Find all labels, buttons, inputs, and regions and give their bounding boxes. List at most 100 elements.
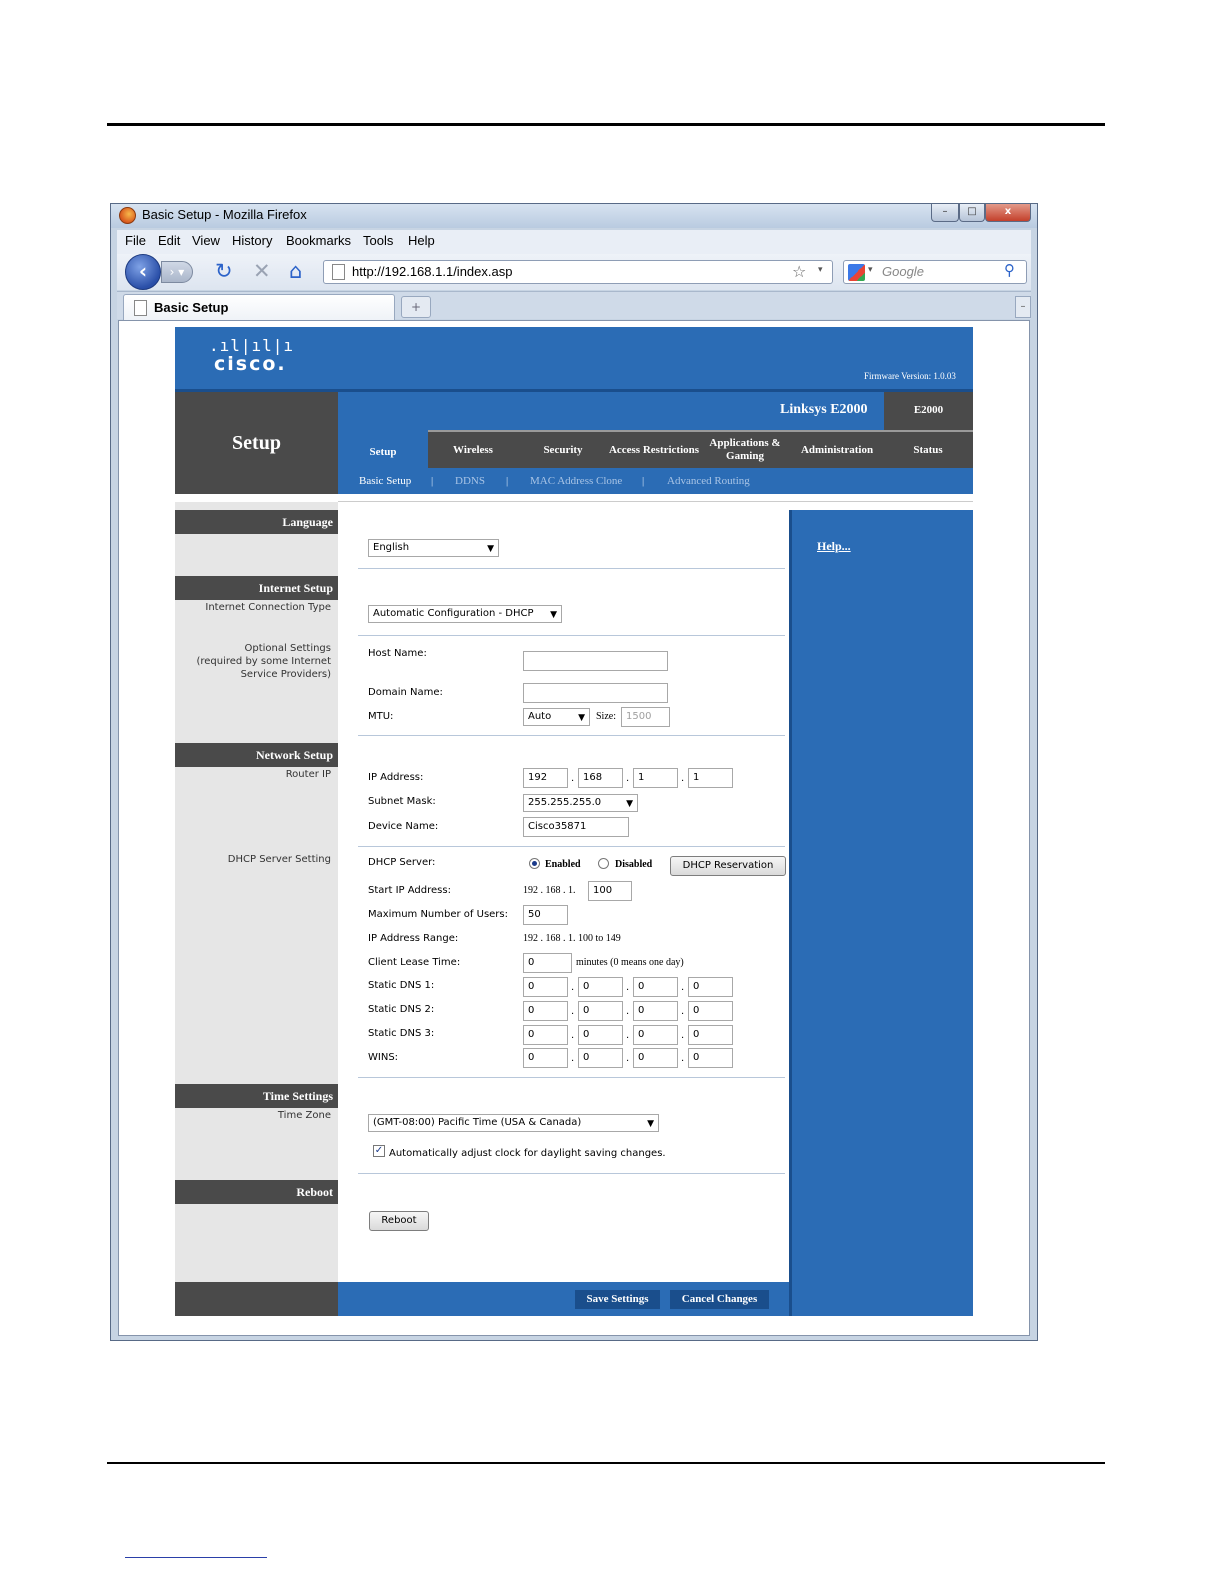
dhcp-enabled-radio[interactable] <box>529 858 540 869</box>
ip-dot: . <box>626 982 630 993</box>
stop-icon[interactable]: ✕ <box>253 258 271 284</box>
ip-octet-2[interactable]: 168 <box>578 768 623 788</box>
subtab-advanced-routing[interactable]: Advanced Routing <box>667 475 750 487</box>
auto-dst-checkbox[interactable]: ✓ <box>373 1145 385 1157</box>
wins-octet[interactable]: 0 <box>633 1048 678 1068</box>
window-title: Basic Setup - Mozilla Firefox <box>142 207 307 222</box>
mtu-size-input[interactable]: 1500 <box>621 707 670 727</box>
static-dns-2-octet[interactable]: 0 <box>578 1001 623 1021</box>
dhcp-server-label: DHCP Server: <box>368 857 436 868</box>
menu-history[interactable]: History <box>232 233 272 248</box>
wins-octet[interactable]: 0 <box>688 1048 733 1068</box>
tab-wireless[interactable]: Wireless <box>432 444 514 457</box>
help-column <box>789 510 973 1316</box>
static-dns-2-label: Static DNS 2: <box>368 1004 435 1015</box>
dhcp-enabled-label: Enabled <box>545 859 581 870</box>
url-bar[interactable]: http://192.168.1.1/index.asp ☆ ▾ <box>323 260 833 284</box>
static-dns-1-octet[interactable]: 0 <box>688 977 733 997</box>
device-name-input[interactable]: Cisco35871 <box>523 817 629 837</box>
google-icon[interactable] <box>848 264 865 281</box>
static-dns-1-octet[interactable]: 0 <box>633 977 678 997</box>
search-icon[interactable]: ⚲ <box>1004 261 1015 279</box>
home-icon[interactable]: ⌂ <box>289 258 302 284</box>
subtab-ddns[interactable]: DDNS <box>455 475 485 487</box>
url-dropdown-icon[interactable]: ▾ <box>818 265 823 275</box>
static-dns-2-octet[interactable]: 0 <box>523 1001 568 1021</box>
wins-octet[interactable]: 0 <box>523 1048 568 1068</box>
tab-list-icon[interactable]: – <box>1015 296 1031 318</box>
static-dns-1-label: Static DNS 1: <box>368 980 435 991</box>
reload-icon[interactable]: ↻ <box>215 258 233 284</box>
section-title-language: Language <box>282 515 333 529</box>
forward-arrow-icon[interactable]: › ▾ <box>161 261 193 283</box>
ip-dot: . <box>681 1006 685 1017</box>
menu-bookmarks[interactable]: Bookmarks <box>286 233 351 248</box>
sub-tabs <box>338 468 973 494</box>
help-link[interactable]: Help... <box>817 539 851 554</box>
tab-access-restrictions[interactable]: Access Restrictions <box>606 444 702 457</box>
static-dns-1-octet[interactable]: 0 <box>523 977 568 997</box>
tab-status[interactable]: Status <box>890 444 966 457</box>
static-dns-2-octet[interactable]: 0 <box>633 1001 678 1021</box>
menu-file[interactable]: File <box>125 233 146 248</box>
ip-octet-3[interactable]: 1 <box>633 768 678 788</box>
label-time-zone: Time Zone <box>277 1110 331 1121</box>
mtu-select[interactable]: Auto ▼ <box>523 708 590 726</box>
new-tab-button[interactable]: + <box>401 296 431 318</box>
subtab-separator: | <box>642 475 645 487</box>
static-dns-3-octet[interactable]: 0 <box>578 1025 623 1045</box>
reboot-button[interactable]: Reboot <box>369 1211 429 1231</box>
start-ip-prefix: 192 . 168 . 1. <box>523 885 576 896</box>
tab-security[interactable]: Security <box>524 444 602 457</box>
cisco-header <box>175 327 973 389</box>
bookmark-star-icon[interactable]: ☆ <box>792 262 806 281</box>
maximize-button[interactable]: □ <box>959 204 985 222</box>
static-dns-1-octet[interactable]: 0 <box>578 977 623 997</box>
static-dns-2-octet[interactable]: 0 <box>688 1001 733 1021</box>
menu-tools[interactable]: Tools <box>363 233 393 248</box>
section-title-time-settings: Time Settings <box>262 1089 333 1103</box>
cancel-changes-button[interactable]: Cancel Changes <box>670 1290 769 1309</box>
subnet-mask-value: 255.255.255.0 <box>528 797 602 808</box>
minimize-button[interactable]: – <box>931 204 959 222</box>
dhcp-disabled-radio[interactable] <box>598 858 609 869</box>
tab-basic-setup[interactable]: Basic Setup <box>123 294 395 321</box>
host-name-input[interactable] <box>523 651 668 671</box>
footer-rule <box>107 1462 1105 1464</box>
search-engine-dropdown-icon[interactable]: ▾ <box>868 265 873 275</box>
connection-type-select[interactable]: Automatic Configuration - DHCP ▼ <box>368 605 562 623</box>
back-arrow-icon[interactable]: ‹ <box>125 254 161 290</box>
close-button[interactable]: x <box>985 204 1031 222</box>
separator <box>358 735 785 736</box>
save-settings-button[interactable]: Save Settings <box>575 1290 660 1309</box>
subtab-mac-address-clone[interactable]: MAC Address Clone <box>530 475 622 487</box>
search-bar[interactable]: ▾ Google ⚲ <box>843 260 1027 284</box>
subnet-mask-select[interactable]: 255.255.255.0 ▼ <box>523 794 638 812</box>
menu-edit[interactable]: Edit <box>158 233 180 248</box>
menu-help[interactable]: Help <box>408 233 435 248</box>
domain-name-input[interactable] <box>523 683 668 703</box>
dhcp-disabled-label: Disabled <box>615 859 653 870</box>
domain-name-label: Domain Name: <box>368 687 443 698</box>
static-dns-3-octet[interactable]: 0 <box>688 1025 733 1045</box>
host-name-label: Host Name: <box>368 648 427 659</box>
tab-administration[interactable]: Administration <box>790 444 884 457</box>
wins-octet[interactable]: 0 <box>578 1048 623 1068</box>
static-dns-3-octet[interactable]: 0 <box>633 1025 678 1045</box>
subtab-basic-setup[interactable]: Basic Setup <box>359 475 411 487</box>
start-ip-input[interactable]: 100 <box>588 881 632 901</box>
dhcp-reservation-button[interactable]: DHCP Reservation <box>670 856 786 876</box>
tab-applications-gaming[interactable]: Applications & Gaming <box>704 437 786 463</box>
static-dns-3-octet[interactable]: 0 <box>523 1025 568 1045</box>
menu-view[interactable]: View <box>192 233 220 248</box>
firefox-icon <box>119 207 136 224</box>
separator <box>358 846 785 847</box>
language-select[interactable]: English ▼ <box>368 539 499 557</box>
tab-page-icon <box>134 300 147 316</box>
ip-octet-4[interactable]: 1 <box>688 768 733 788</box>
tab-setup[interactable]: Setup <box>338 446 428 459</box>
ip-octet-1[interactable]: 192 <box>523 768 568 788</box>
time-zone-select[interactable]: (GMT-08:00) Pacific Time (USA & Canada) … <box>368 1114 659 1132</box>
max-users-input[interactable]: 50 <box>523 905 568 925</box>
lease-time-input[interactable]: 0 <box>523 953 572 973</box>
